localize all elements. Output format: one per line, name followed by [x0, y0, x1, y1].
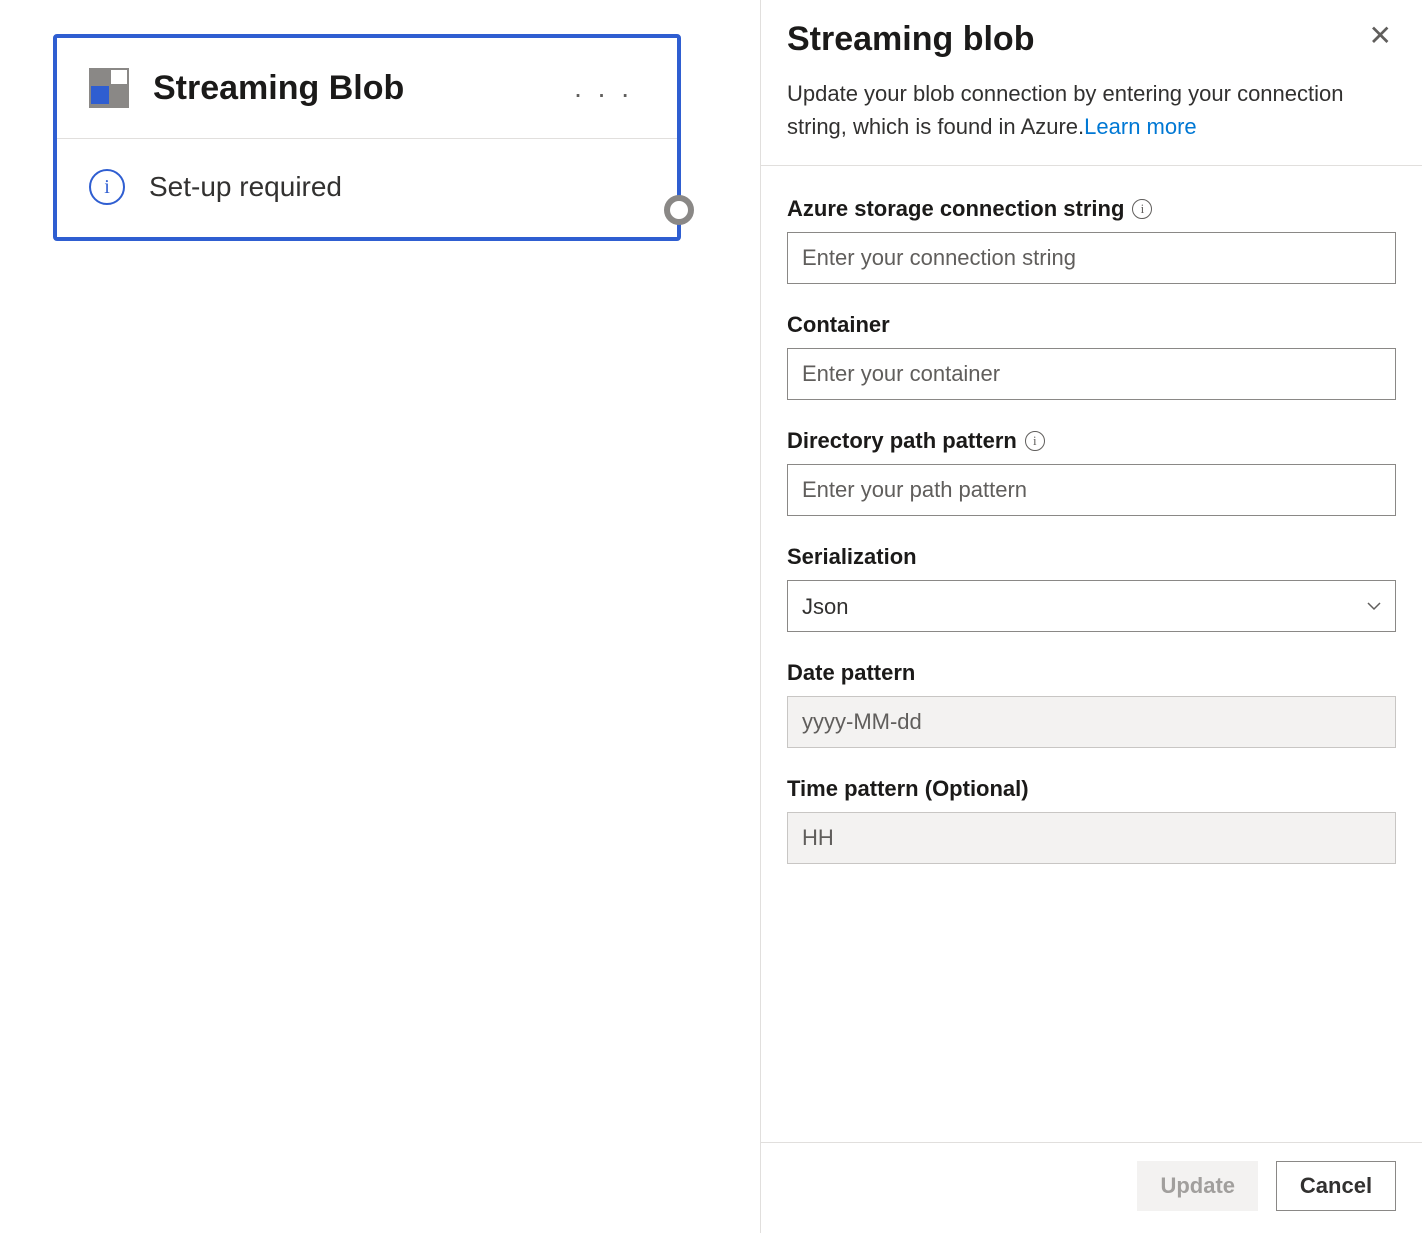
- field-container: Container: [787, 312, 1396, 400]
- streaming-blob-node[interactable]: Streaming Blob . . . i Set-up required: [53, 34, 681, 241]
- label-text: Azure storage connection string: [787, 196, 1124, 222]
- blob-storage-icon: [89, 68, 129, 108]
- panel-description-text: Update your blob connection by entering …: [787, 81, 1343, 139]
- field-connection-string: Azure storage connection string i: [787, 196, 1396, 284]
- cancel-button[interactable]: Cancel: [1276, 1161, 1396, 1211]
- field-label: Container: [787, 312, 1396, 338]
- field-time-pattern: Time pattern (Optional): [787, 776, 1396, 864]
- streaming-blob-panel: Streaming blob ✕ Update your blob connec…: [760, 0, 1422, 1233]
- panel-title: Streaming blob: [787, 20, 1365, 59]
- label-text: Time pattern (Optional): [787, 776, 1029, 802]
- output-connector-handle[interactable]: [664, 195, 694, 225]
- node-status-text: Set-up required: [149, 171, 342, 203]
- field-label: Directory path pattern i: [787, 428, 1396, 454]
- panel-footer: Update Cancel: [761, 1142, 1422, 1233]
- info-icon: i: [89, 169, 125, 205]
- label-text: Date pattern: [787, 660, 915, 686]
- info-icon[interactable]: i: [1025, 431, 1045, 451]
- field-label: Date pattern: [787, 660, 1396, 686]
- divider: [761, 165, 1422, 166]
- serialization-select[interactable]: Json: [787, 580, 1396, 632]
- close-panel-button[interactable]: ✕: [1365, 20, 1396, 52]
- node-title: Streaming Blob: [153, 69, 564, 108]
- serialization-select-wrap: Json: [787, 580, 1396, 632]
- node-body: i Set-up required: [57, 139, 677, 237]
- field-label: Azure storage connection string i: [787, 196, 1396, 222]
- learn-more-link[interactable]: Learn more: [1084, 114, 1197, 139]
- panel-description: Update your blob connection by entering …: [787, 77, 1396, 143]
- field-label: Time pattern (Optional): [787, 776, 1396, 802]
- field-date-pattern: Date pattern: [787, 660, 1396, 748]
- label-text: Container: [787, 312, 890, 338]
- container-input[interactable]: [787, 348, 1396, 400]
- panel-header: Streaming blob ✕: [787, 20, 1396, 77]
- connection-string-input[interactable]: [787, 232, 1396, 284]
- info-icon[interactable]: i: [1132, 199, 1152, 219]
- node-header: Streaming Blob . . .: [57, 38, 677, 138]
- label-text: Serialization: [787, 544, 917, 570]
- date-pattern-input: [787, 696, 1396, 748]
- field-label: Serialization: [787, 544, 1396, 570]
- field-directory-path: Directory path pattern i: [787, 428, 1396, 516]
- time-pattern-input: [787, 812, 1396, 864]
- field-serialization: Serialization Json: [787, 544, 1396, 632]
- app-canvas: Streaming Blob . . . i Set-up required S…: [0, 0, 1422, 1233]
- label-text: Directory path pattern: [787, 428, 1017, 454]
- node-more-menu-button[interactable]: . . .: [564, 66, 643, 110]
- directory-path-input[interactable]: [787, 464, 1396, 516]
- update-button: Update: [1137, 1161, 1258, 1211]
